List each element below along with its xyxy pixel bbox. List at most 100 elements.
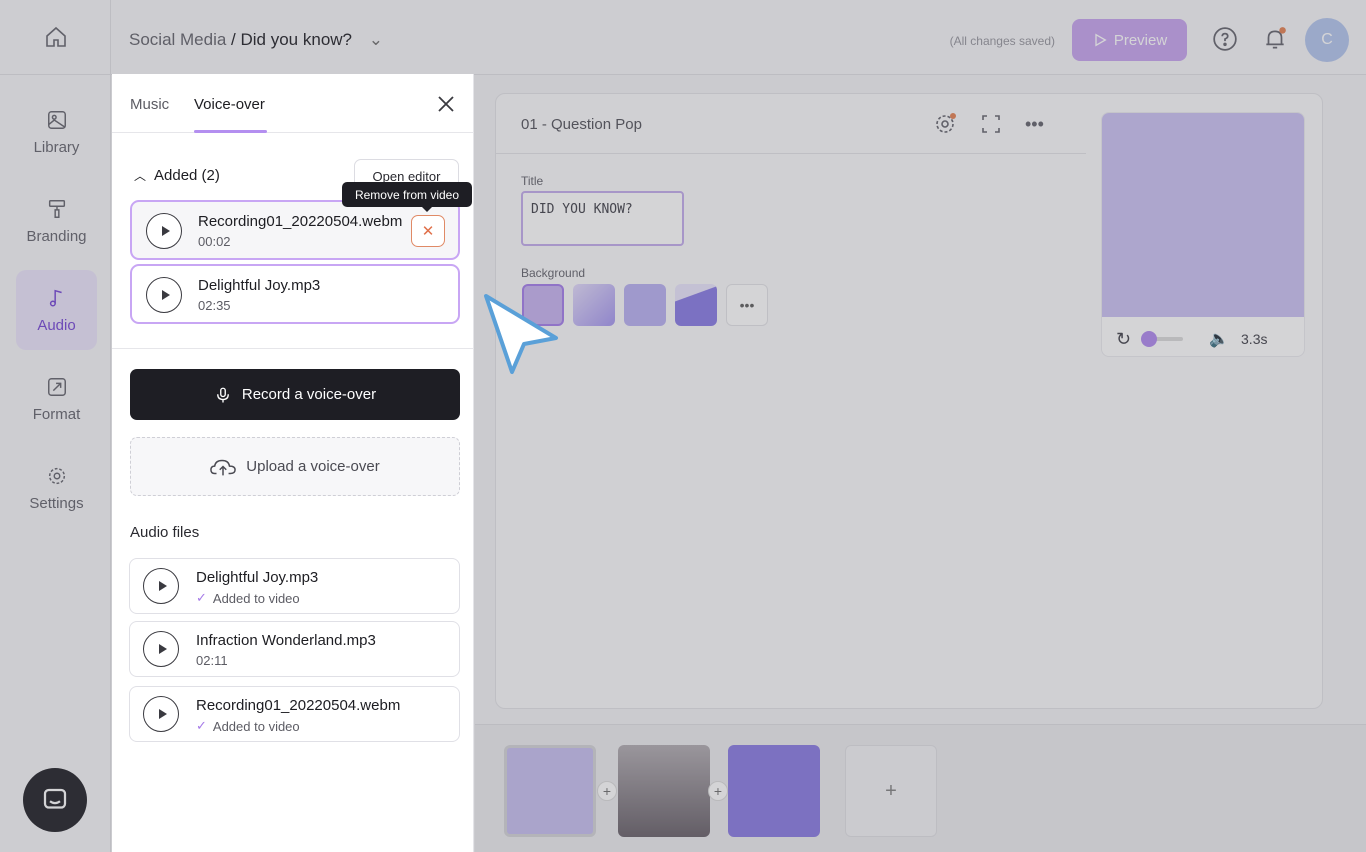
rail-item-format[interactable]: Format [16,359,97,439]
play-button[interactable] [146,213,182,249]
audio-name: Delightful Joy.mp3 [196,569,319,586]
breadcrumb-separator: / [226,30,241,49]
scene-thumbnail[interactable] [618,745,710,837]
background-swatch[interactable] [675,284,717,326]
status-text: Added to video [212,718,300,734]
rail-label: Branding [26,227,87,245]
microphone-icon [216,387,229,402]
rail-item-library[interactable]: Library [16,92,97,172]
breadcrumb[interactable]: Social Media / Did you know? ⌄ [129,30,383,50]
audio-tabs: Music Voice-over [112,74,474,133]
music-note-icon [49,289,62,307]
active-tab-indicator [194,130,267,133]
rail-label: Settings [29,494,84,512]
audio-files-heading: Audio files [130,524,200,541]
rail-label: Audio [37,316,76,334]
chat-icon [43,788,67,809]
more-backgrounds-button[interactable]: ••• [726,284,768,326]
play-button[interactable] [146,277,182,313]
audio-name: Delightful Joy.mp3 [198,277,321,294]
scene-preview: ↻ 🔈 3.3s [1101,112,1305,357]
rail-label: Format [32,405,81,423]
tab-music[interactable]: Music [130,96,169,113]
replay-icon[interactable]: ↻ [1116,329,1131,350]
chevron-down-icon: ⌄ [368,30,383,49]
scene-thumbnail[interactable] [504,745,596,837]
more-icon[interactable]: ••• [1025,114,1044,135]
divider [112,348,474,349]
left-rail: Library Branding Audio Format Settings [0,0,111,852]
volume-icon[interactable]: 🔈 [1209,329,1229,349]
scene-editor: 01 - Question Pop ••• Title DID YOU KNOW… [495,93,1323,709]
preview-image [1102,113,1304,317]
background-label: Background [521,266,586,280]
status-text: Added to video [212,590,300,606]
remove-tooltip: Remove from video [342,182,472,212]
save-status: (All changes saved) [949,34,1055,48]
add-scene-between-button[interactable]: + [708,781,728,801]
rail-item-audio[interactable]: Audio [16,270,97,350]
top-bar: Social Media / Did you know? ⌄ (All chan… [111,0,1366,75]
check-icon: ✓ [196,590,207,605]
audio-name: Recording01_20220504.webm [196,697,401,714]
gear-icon[interactable] [933,112,957,136]
audio-file-item[interactable]: Delightful Joy.mp3 ✓ Added to video [129,558,460,614]
audio-status: ✓ Added to video [196,590,300,606]
help-icon[interactable] [1212,26,1238,52]
title-input[interactable]: DID YOU KNOW? [521,191,684,246]
play-button[interactable] [143,631,179,667]
play-icon [1095,33,1107,47]
rail-item-branding[interactable]: Branding [16,181,97,261]
avatar[interactable]: C [1305,18,1349,62]
preview-button[interactable]: Preview [1072,19,1187,61]
chevron-up-icon: ︿ [134,169,147,183]
added-heading: Added (2) [154,167,220,184]
added-section-toggle[interactable]: ︿ Added (2) [134,167,220,184]
scrubber[interactable] [1141,331,1184,347]
preview-label: Preview [1113,31,1168,49]
upload-voice-over-button[interactable]: Upload a voice-over [130,437,460,496]
remove-from-video-button[interactable]: ✕ [411,215,445,247]
background-swatch[interactable] [624,284,666,326]
cloud-upload-icon [210,459,237,475]
record-voice-over-button[interactable]: Record a voice-over [130,369,460,420]
rail-item-settings[interactable]: Settings [16,448,97,528]
audio-duration: 02:11 [196,653,228,668]
add-scene-between-button[interactable]: + [597,781,617,801]
audio-duration: 02:35 [198,298,231,313]
title-label: Title [521,174,544,188]
added-audio-item[interactable]: Delightful Joy.mp3 02:35 [130,264,460,324]
home-icon [45,26,66,47]
audio-name: Infraction Wonderland.mp3 [196,632,376,649]
scene-title: 01 - Question Pop [521,116,642,133]
scene-thumbnail[interactable] [728,745,820,837]
tab-voice-over[interactable]: Voice-over [194,96,265,113]
preview-duration: 3.3s [1241,331,1268,347]
add-scene-button[interactable]: + [845,745,937,837]
rail-label: Library [33,138,80,156]
play-button[interactable] [143,568,179,604]
paint-roller-icon [48,199,65,218]
image-icon [47,110,66,129]
swap-icon[interactable] [979,112,1003,136]
audio-name: Recording01_20220504.webm [198,213,403,230]
check-icon: ✓ [196,718,207,733]
audio-status: ✓ Added to video [196,718,300,734]
chat-button[interactable] [23,768,87,832]
audio-file-item[interactable]: Recording01_20220504.webm ✓ Added to vide… [129,686,460,742]
preview-controls: ↻ 🔈 3.3s [1102,321,1304,356]
added-audio-item[interactable]: Recording01_20220504.webm 00:02 ✕ [130,200,460,260]
close-icon[interactable] [434,92,458,116]
audio-file-item[interactable]: Infraction Wonderland.mp3 02:11 [129,621,460,677]
audio-panel: Music Voice-over ︿ Added (2) Open editor… [112,74,474,852]
breadcrumb-title: Did you know? [240,30,353,49]
mouse-cursor-icon [484,294,558,374]
home-button[interactable] [0,0,111,75]
bell-icon[interactable] [1262,26,1288,52]
play-button[interactable] [143,696,179,732]
divider [496,153,1086,154]
resize-icon [47,377,66,396]
background-swatch[interactable] [573,284,615,326]
breadcrumb-project: Social Media [129,30,227,49]
scene-timeline: + + + [475,724,1366,852]
